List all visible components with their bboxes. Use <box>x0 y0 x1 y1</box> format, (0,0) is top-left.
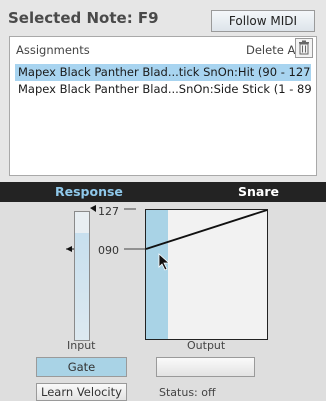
trash-icon[interactable] <box>295 38 313 58</box>
assignments-panel: Assignments Delete All Mapex Black Panth… <box>9 36 317 176</box>
output-label: Output <box>187 339 226 352</box>
input-label: Input <box>67 339 96 352</box>
mouse-cursor-icon <box>158 253 171 271</box>
assignment-item[interactable]: Mapex Black Panther Blad...SnOn:Side Sti… <box>15 81 311 98</box>
section-header: Response Snare <box>0 182 326 202</box>
status-text: Status: off <box>159 386 216 399</box>
input-threshold-label: 090 <box>98 244 119 257</box>
input-max-label: 127 <box>98 205 119 218</box>
delete-all-button[interactable]: Delete All <box>246 43 302 57</box>
assignment-item[interactable]: Mapex Black Panther Blad...tick SnOn:Hit… <box>15 64 311 81</box>
output-level-field[interactable] <box>156 357 255 377</box>
assignments-label: Assignments <box>16 43 90 57</box>
note-header-area: Selected Note: F9 Follow MIDI Assignment… <box>0 0 326 182</box>
response-curve <box>146 210 267 250</box>
snare-title: Snare <box>238 184 279 199</box>
follow-midi-button[interactable]: Follow MIDI <box>211 10 315 32</box>
max-marker-icon <box>90 205 96 212</box>
selected-note-title: Selected Note: F9 <box>8 9 159 27</box>
gate-button[interactable]: Gate <box>36 357 127 377</box>
response-title: Response <box>55 184 123 199</box>
response-curve-graph[interactable] <box>145 209 268 340</box>
learn-velocity-button[interactable]: Learn Velocity <box>36 383 127 401</box>
